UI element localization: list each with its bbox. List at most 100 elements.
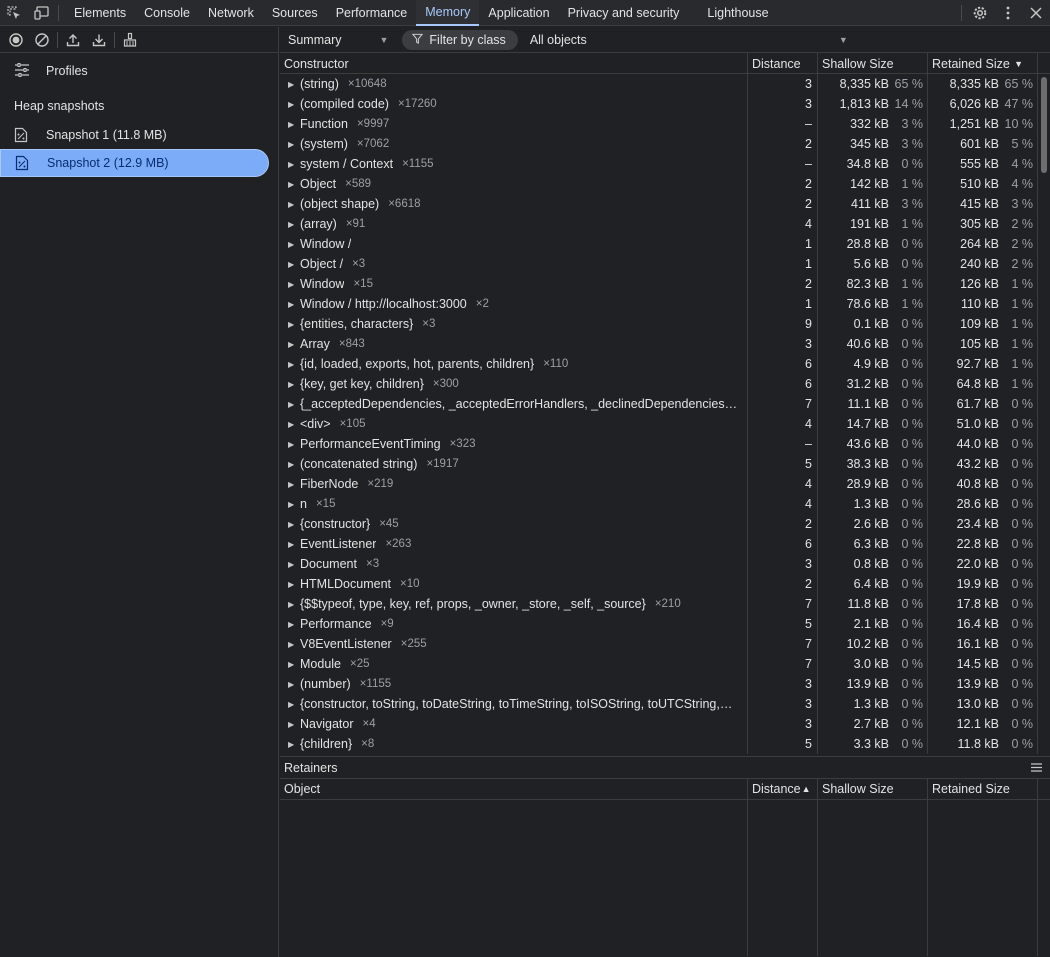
clear-icon[interactable]	[29, 28, 55, 52]
table-row[interactable]: ▶ {entities, characters} ×3 9 0.1 kB 0 % 109 k…	[280, 314, 1050, 334]
tab-application[interactable]: Application	[479, 0, 558, 26]
expand-triangle-icon[interactable]: ▶	[288, 160, 300, 169]
tab-privacy-and-security[interactable]: Privacy and security	[559, 0, 689, 26]
expand-triangle-icon[interactable]: ▶	[288, 460, 300, 469]
shallow-size-column-header[interactable]: Shallow Size	[818, 779, 928, 799]
expand-triangle-icon[interactable]: ▶	[288, 400, 300, 409]
expand-triangle-icon[interactable]: ▶	[288, 580, 300, 589]
more-options-icon[interactable]	[994, 0, 1022, 26]
tab-console[interactable]: Console	[135, 0, 199, 26]
expand-triangle-icon[interactable]: ▶	[288, 140, 300, 149]
table-row[interactable]: ▶ n ×15 4 1.3 kB 0 % 28.6 kB 0 %	[280, 494, 1050, 514]
expand-triangle-icon[interactable]: ▶	[288, 440, 300, 449]
load-profile-icon[interactable]	[60, 28, 86, 52]
table-row[interactable]: ▶ {id, loaded, exports, hot, parents, chi…	[280, 354, 1050, 374]
save-profile-icon[interactable]	[86, 28, 112, 52]
table-row[interactable]: ▶ {_acceptedDependencies, _acceptedErrorH…	[280, 394, 1050, 414]
expand-triangle-icon[interactable]: ▶	[288, 640, 300, 649]
tab-sources[interactable]: Sources	[263, 0, 327, 26]
table-row[interactable]: ▶ (compiled code) ×17260 3 1,813 kB 14 % 6,026…	[280, 94, 1050, 114]
expand-triangle-icon[interactable]: ▶	[288, 360, 300, 369]
objects-select[interactable]: All objects ▼	[518, 33, 848, 47]
expand-triangle-icon[interactable]: ▶	[288, 180, 300, 189]
table-row[interactable]: ▶ (number) ×1155 3 13.9 kB 0 % 13.9 kB 0 %	[280, 674, 1050, 694]
tab-network[interactable]: Network	[199, 0, 263, 26]
table-row[interactable]: ▶ system / Context ×1155 – 34.8 kB 0 % 555 kB 4…	[280, 154, 1050, 174]
table-row[interactable]: ▶ Array ×843 3 40.6 kB 0 % 105 kB 1 %	[280, 334, 1050, 354]
table-row[interactable]: ▶ {constructor, toString, toDateString, t…	[280, 694, 1050, 714]
expand-triangle-icon[interactable]: ▶	[288, 540, 300, 549]
expand-triangle-icon[interactable]: ▶	[288, 700, 300, 709]
object-column-header[interactable]: Object	[280, 779, 748, 799]
expand-triangle-icon[interactable]: ▶	[288, 240, 300, 249]
profiles-header[interactable]: Profiles	[0, 53, 278, 89]
tab-lighthouse[interactable]: Lighthouse	[698, 0, 777, 26]
table-row[interactable]: ▶ Module ×25 7 3.0 kB 0 % 14.5 kB 0 %	[280, 654, 1050, 674]
panel-menu-icon[interactable]	[1031, 761, 1042, 775]
expand-triangle-icon[interactable]: ▶	[288, 600, 300, 609]
table-row[interactable]: ▶ Object / ×3 1 5.6 kB 0 % 240 kB 2 %	[280, 254, 1050, 274]
expand-triangle-icon[interactable]: ▶	[288, 120, 300, 129]
expand-triangle-icon[interactable]: ▶	[288, 720, 300, 729]
expand-triangle-icon[interactable]: ▶	[288, 620, 300, 629]
expand-triangle-icon[interactable]: ▶	[288, 200, 300, 209]
expand-triangle-icon[interactable]: ▶	[288, 660, 300, 669]
constructor-column-header[interactable]: Constructor	[280, 53, 748, 74]
inspect-element-icon[interactable]	[0, 0, 28, 26]
device-toolbar-icon[interactable]	[28, 0, 56, 26]
expand-triangle-icon[interactable]: ▶	[288, 300, 300, 309]
table-row[interactable]: ▶ (array) ×91 4 191 kB 1 % 305 kB 2 %	[280, 214, 1050, 234]
settings-icon[interactable]	[966, 0, 994, 26]
table-row[interactable]: ▶ Performance ×9 5 2.1 kB 0 % 16.4 kB 0 %	[280, 614, 1050, 634]
record-icon[interactable]	[3, 28, 29, 52]
scrollbar-thumb[interactable]	[1041, 77, 1047, 173]
close-icon[interactable]	[1022, 0, 1050, 26]
expand-triangle-icon[interactable]: ▶	[288, 520, 300, 529]
table-row[interactable]: ▶ (string) ×10648 3 8,335 kB 65 % 8,335 kB 65 %	[280, 74, 1050, 94]
table-row[interactable]: ▶ {children} ×8 5 3.3 kB 0 % 11.8 kB 0 %	[280, 734, 1050, 754]
table-row[interactable]: ▶ Window / http://localhost:3000 ×2 1 78.6 k…	[280, 294, 1050, 314]
expand-triangle-icon[interactable]: ▶	[288, 220, 300, 229]
distance-column-header[interactable]: Distance ▲	[748, 779, 818, 799]
tab-memory[interactable]: Memory	[416, 0, 480, 26]
expand-triangle-icon[interactable]: ▶	[288, 340, 300, 349]
class-filter-input[interactable]: Filter by class	[402, 29, 518, 50]
table-row[interactable]: ▶ {$$typeof, type, key, ref, props, _owne…	[280, 594, 1050, 614]
tab-performance[interactable]: Performance	[327, 0, 417, 26]
view-select[interactable]: Summary ▼	[280, 33, 396, 47]
expand-triangle-icon[interactable]: ▶	[288, 740, 300, 749]
tab-elements[interactable]: Elements	[65, 0, 135, 26]
expand-triangle-icon[interactable]: ▶	[288, 80, 300, 89]
table-row[interactable]: ▶ Object ×589 2 142 kB 1 % 510 kB 4 %	[280, 174, 1050, 194]
expand-triangle-icon[interactable]: ▶	[288, 320, 300, 329]
expand-triangle-icon[interactable]: ▶	[288, 500, 300, 509]
expand-triangle-icon[interactable]: ▶	[288, 480, 300, 489]
expand-triangle-icon[interactable]: ▶	[288, 380, 300, 389]
expand-triangle-icon[interactable]: ▶	[288, 100, 300, 109]
snapshot-item-2[interactable]: Snapshot 2 (12.9 MB)	[0, 149, 269, 177]
table-row[interactable]: ▶ {key, get key, children} ×300 6 31.2 kB 0 %…	[280, 374, 1050, 394]
distance-column-header[interactable]: Distance	[748, 53, 818, 74]
table-row[interactable]: ▶ {constructor} ×45 2 2.6 kB 0 % 23.4 kB 0 %	[280, 514, 1050, 534]
table-row[interactable]: ▶ Window /1 28.8 kB 0 % 264 kB 2 %	[280, 234, 1050, 254]
table-row[interactable]: ▶ FiberNode ×219 4 28.9 kB 0 % 40.8 kB 0 %	[280, 474, 1050, 494]
expand-triangle-icon[interactable]: ▶	[288, 680, 300, 689]
table-row[interactable]: ▶ Window ×15 2 82.3 kB 1 % 126 kB 1 %	[280, 274, 1050, 294]
snapshot-item-1[interactable]: Snapshot 1 (11.8 MB)	[0, 121, 278, 149]
retained-size-column-header[interactable]: Retained Size ▼	[928, 53, 1038, 74]
table-row[interactable]: ▶ EventListener ×263 6 6.3 kB 0 % 22.8 kB 0 %	[280, 534, 1050, 554]
shallow-size-column-header[interactable]: Shallow Size	[818, 53, 928, 74]
table-row[interactable]: ▶ (object shape) ×6618 2 411 kB 3 % 415 kB 3 %	[280, 194, 1050, 214]
table-row[interactable]: ▶ Function ×9997 – 332 kB 3 % 1,251 kB 10 %	[280, 114, 1050, 134]
table-row[interactable]: ▶ Document ×3 3 0.8 kB 0 % 22.0 kB 0 %	[280, 554, 1050, 574]
table-row[interactable]: ▶ (concatenated string) ×1917 5 38.3 kB 0 % 43…	[280, 454, 1050, 474]
collect-garbage-icon[interactable]	[117, 28, 143, 52]
table-row[interactable]: ▶ PerformanceEventTiming ×323–43.6 kB 0 % 44…	[280, 434, 1050, 454]
table-row[interactable]: ▶ V8EventListener ×255 7 10.2 kB 0 % 16.1 kB 0 …	[280, 634, 1050, 654]
expand-triangle-icon[interactable]: ▶	[288, 280, 300, 289]
table-row[interactable]: ▶ (system) ×7062 2 345 kB 3 % 601 kB 5 %	[280, 134, 1050, 154]
expand-triangle-icon[interactable]: ▶	[288, 560, 300, 569]
table-row[interactable]: ▶ HTMLDocument ×10 2 6.4 kB 0 % 19.9 kB 0 %	[280, 574, 1050, 594]
table-row[interactable]: ▶ <div> ×105 4 14.7 kB 0 % 51.0 kB 0 %	[280, 414, 1050, 434]
retained-size-column-header[interactable]: Retained Size	[928, 779, 1038, 799]
